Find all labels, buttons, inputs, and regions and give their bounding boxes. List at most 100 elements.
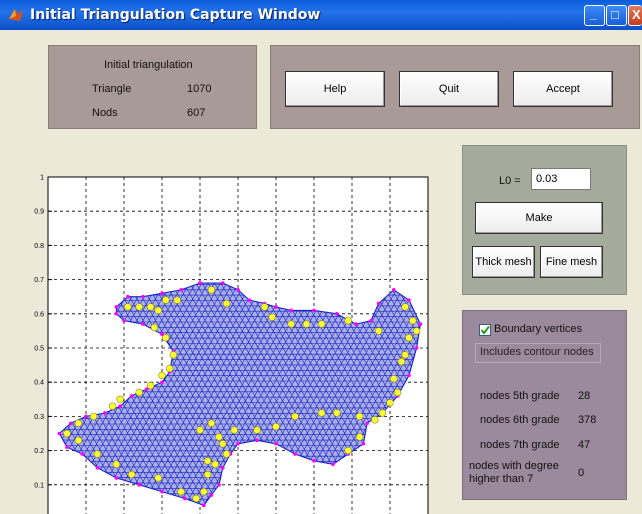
l0-input[interactable]: 0.03 bbox=[531, 168, 591, 190]
special-node bbox=[412, 327, 421, 335]
boundary-node bbox=[407, 298, 411, 302]
special-node bbox=[203, 457, 212, 465]
nodes-5th-grade-value: 28 bbox=[578, 390, 591, 402]
y-tick-label: 0.5 bbox=[34, 346, 44, 353]
close-icon: X bbox=[632, 7, 641, 22]
special-node bbox=[260, 303, 269, 311]
y-tick-label: 0.6 bbox=[34, 311, 44, 318]
special-node bbox=[135, 303, 143, 311]
boundary-node bbox=[114, 312, 119, 316]
y-tick-label: 0.1 bbox=[34, 482, 44, 489]
boundary-node bbox=[365, 421, 370, 426]
special-node bbox=[177, 487, 185, 496]
boundary-node bbox=[335, 312, 339, 316]
special-node bbox=[272, 422, 280, 431]
boundary-vertices-label: Boundary vertices bbox=[494, 323, 583, 335]
nodes-7th-grade-label: nodes 7th grade bbox=[480, 439, 560, 451]
accept-button[interactable]: Accept bbox=[513, 71, 613, 107]
special-node bbox=[355, 433, 364, 441]
special-node bbox=[317, 409, 326, 417]
boundary-node bbox=[361, 441, 366, 446]
special-node bbox=[63, 429, 71, 438]
y-tick-label: 0.9 bbox=[34, 209, 44, 216]
special-node bbox=[393, 388, 402, 397]
special-node bbox=[196, 426, 204, 434]
special-node bbox=[397, 357, 406, 366]
special-node bbox=[192, 494, 200, 503]
y-tick-label: 0.8 bbox=[34, 243, 44, 250]
boundary-node bbox=[414, 346, 419, 350]
special-node bbox=[401, 351, 409, 359]
special-node bbox=[93, 450, 102, 458]
contour-nodes-text: Includes contour nodes bbox=[475, 343, 601, 363]
boundary-node bbox=[141, 322, 145, 326]
special-node bbox=[124, 303, 132, 311]
boundary-node bbox=[95, 465, 100, 470]
boundary-node bbox=[418, 322, 423, 326]
mesh-plot: 00.10.20.30.40.50.60.70.80.9100.10.20.30… bbox=[34, 175, 429, 514]
y-tick-label: 1 bbox=[40, 175, 44, 182]
special-node bbox=[135, 388, 143, 397]
special-node bbox=[200, 487, 208, 496]
nodes-high-degree-value: 0 bbox=[578, 467, 585, 479]
minimize-icon: _ bbox=[590, 7, 597, 21]
special-node bbox=[405, 334, 413, 342]
maximize-button[interactable]: □ bbox=[606, 5, 627, 26]
boundary-node bbox=[255, 438, 259, 443]
special-node bbox=[207, 419, 216, 427]
l0-label: L0 = bbox=[499, 175, 521, 187]
boundary-node bbox=[141, 294, 145, 299]
y-tick-label: 0.2 bbox=[34, 448, 44, 455]
triangle-label: Triangle bbox=[92, 83, 132, 95]
nodes-high-degree-label-1: nodes with degree bbox=[469, 460, 559, 472]
special-node bbox=[154, 306, 162, 315]
special-node bbox=[211, 460, 219, 468]
special-node bbox=[146, 303, 155, 311]
special-node bbox=[89, 412, 98, 421]
boundary-node bbox=[202, 503, 206, 508]
boundary-node bbox=[137, 483, 141, 487]
special-node bbox=[253, 426, 261, 434]
boundary-node bbox=[126, 294, 130, 299]
special-node bbox=[344, 316, 352, 325]
boundary-node bbox=[247, 298, 252, 302]
special-node bbox=[127, 470, 136, 479]
special-node bbox=[207, 286, 216, 294]
boundary-node bbox=[160, 380, 164, 384]
quit-button[interactable]: Quit bbox=[399, 71, 499, 107]
boundary-node bbox=[129, 394, 134, 398]
special-node bbox=[287, 320, 295, 328]
minimize-button[interactable]: _ bbox=[584, 5, 605, 26]
boundary-vertices-checkbox[interactable] bbox=[479, 324, 491, 336]
fine-mesh-button[interactable]: Fine mesh bbox=[540, 246, 603, 278]
special-node bbox=[374, 327, 383, 335]
special-node bbox=[230, 426, 238, 434]
boundary-node bbox=[57, 431, 62, 436]
boundary-node bbox=[274, 441, 278, 446]
mesh-panel: L0 = 0.03 Make Thick mesh Fine mesh bbox=[462, 145, 627, 295]
special-node bbox=[169, 351, 178, 359]
special-node bbox=[355, 412, 364, 421]
special-node bbox=[116, 395, 124, 403]
thick-mesh-button[interactable]: Thick mesh bbox=[472, 246, 535, 278]
title-bar: Initial Triangulation Capture Window _ □… bbox=[0, 0, 642, 30]
help-button[interactable]: Help bbox=[285, 71, 385, 107]
matlab-logo-icon bbox=[9, 9, 23, 21]
nods-label: Nods bbox=[92, 107, 118, 119]
special-node bbox=[162, 296, 170, 304]
special-node bbox=[344, 446, 352, 455]
boundary-node bbox=[312, 308, 316, 313]
boundary-node bbox=[221, 465, 225, 470]
triangle-value: 1070 bbox=[187, 83, 212, 95]
close-button[interactable]: X bbox=[628, 5, 642, 26]
boundary-node bbox=[198, 281, 202, 285]
boundary-node bbox=[354, 322, 358, 326]
special-node bbox=[409, 316, 417, 325]
make-button[interactable]: Make bbox=[475, 202, 603, 234]
special-node bbox=[165, 364, 174, 373]
nodes-6th-grade-value: 378 bbox=[578, 414, 597, 426]
special-node bbox=[302, 320, 311, 328]
boundary-node bbox=[236, 441, 240, 446]
maximize-icon: □ bbox=[611, 7, 619, 22]
stats-panel: Boundary vertices Includes contour nodes… bbox=[462, 310, 627, 500]
